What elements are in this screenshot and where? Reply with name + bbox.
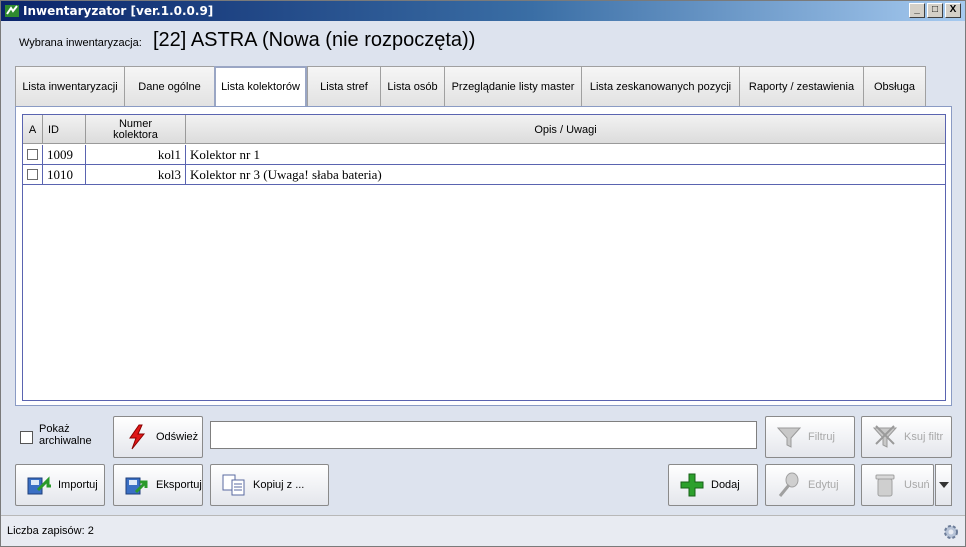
table-row[interactable]: 1009 kol1 Kolektor nr 1 [23,145,945,165]
edit-button[interactable]: Edytuj [765,464,855,506]
app-window: Inwentaryzator [ver.1.0.0.9] _ □ X Wybra… [0,0,966,547]
tab-panel: A ID Numer kolektora Opis / Uwagi 1009 k… [15,106,952,406]
window-title: Inwentaryzator [ver.1.0.0.9] [23,4,214,18]
cell-description: Kolektor nr 3 (Uwaga! słaba bateria) [190,166,382,182]
add-label: Dodaj [711,479,740,491]
pin-edit-icon [778,472,799,497]
delete-button[interactable]: Usuń [861,464,934,506]
cell-id: 1010 [43,165,86,184]
cell-id: 1009 [43,145,86,164]
tab-collectors-list[interactable]: Lista kolektorów [214,66,307,106]
cell-description: Kolektor nr 1 [190,146,261,162]
tab-persons-list[interactable]: Lista osób [380,66,444,106]
import-button[interactable]: Importuj [15,464,105,506]
tab-scanned-items[interactable]: Lista zeskanowanych pozycji [581,66,739,106]
cell-number: kol3 [86,165,186,184]
funnel-icon [776,427,802,448]
chevron-down-icon [938,482,949,488]
tab-zones-list[interactable]: Lista stref [307,66,380,106]
title-bar[interactable]: Inwentaryzator [ver.1.0.0.9] _ □ X [1,1,965,21]
tab-bar: Lista inwentaryzacji Dane ogólne Lista k… [15,66,926,106]
lightning-icon [129,424,146,450]
add-button[interactable]: Dodaj [668,464,758,506]
copy-from-button[interactable]: Kopiuj z ... [210,464,329,506]
clear-filter-button[interactable]: Ksuj filtr [861,416,952,458]
import-label: Importuj [58,479,98,491]
tab-inventory-list[interactable]: Lista inwentaryzacji [15,66,124,106]
column-header-id[interactable]: ID [43,115,86,144]
selected-inventory-label: Wybrana inwentaryzacja: [19,37,142,49]
selected-inventory-value: [22] ASTRA (Nowa (nie rozpoczęta)) [153,29,476,51]
gear-icon[interactable] [941,522,961,542]
trash-icon [875,474,895,497]
refresh-label: Odśwież [156,431,199,443]
refresh-button[interactable]: Odśwież [113,416,203,458]
import-icon [27,476,51,495]
copy-from-label: Kopiuj z ... [253,479,305,491]
row-archive-checkbox[interactable] [27,149,38,160]
delete-options-dropdown[interactable] [935,464,952,506]
client-area: Wybrana inwentaryzacja: [22] ASTRA (Nowa… [1,21,965,546]
collectors-grid[interactable]: A ID Numer kolektora Opis / Uwagi 1009 k… [22,114,946,401]
filter-label: Filtruj [808,431,835,443]
export-label: Eksportuj [156,479,202,491]
export-icon [125,477,148,495]
edit-label: Edytuj [808,479,839,491]
column-header-a[interactable]: A [23,115,43,144]
close-button[interactable]: X [945,3,961,18]
column-header-description[interactable]: Opis / Uwagi [186,115,945,144]
maximize-button[interactable]: □ [927,3,943,18]
export-button[interactable]: Eksportuj [113,464,203,506]
tab-reports[interactable]: Raporty / zestawienia [739,66,863,106]
filter-input[interactable] [210,421,757,449]
show-archived-checkbox[interactable] [20,431,33,444]
grid-header: A ID Numer kolektora Opis / Uwagi [23,115,945,144]
tab-general-data[interactable]: Dane ogólne [124,66,214,106]
clear-filter-label: Ksuj filtr [904,431,944,443]
record-count: Liczba zapisów: 2 [7,525,94,537]
tab-master-list[interactable]: Przeglądanie listy master [444,66,581,106]
minimize-button[interactable]: _ [909,3,925,18]
cell-number: kol1 [86,145,186,164]
show-archived-toggle[interactable]: Pokaż archiwalne [20,423,99,447]
status-bar: Liczba zapisów: 2 [1,515,965,546]
funnel-clear-icon [872,425,898,448]
filter-button[interactable]: Filtruj [765,416,855,458]
table-row[interactable]: 1010 kol3 Kolektor nr 3 (Uwaga! słaba ba… [23,165,945,185]
plus-icon [680,473,704,497]
delete-label: Usuń [904,479,930,491]
row-archive-checkbox[interactable] [27,169,38,180]
app-logo-icon [5,5,19,17]
show-archived-label: Pokaż archiwalne [39,423,92,447]
tab-service[interactable]: Obsługa [863,66,926,106]
copy-documents-icon [222,474,245,496]
column-header-number[interactable]: Numer kolektora [86,115,186,144]
